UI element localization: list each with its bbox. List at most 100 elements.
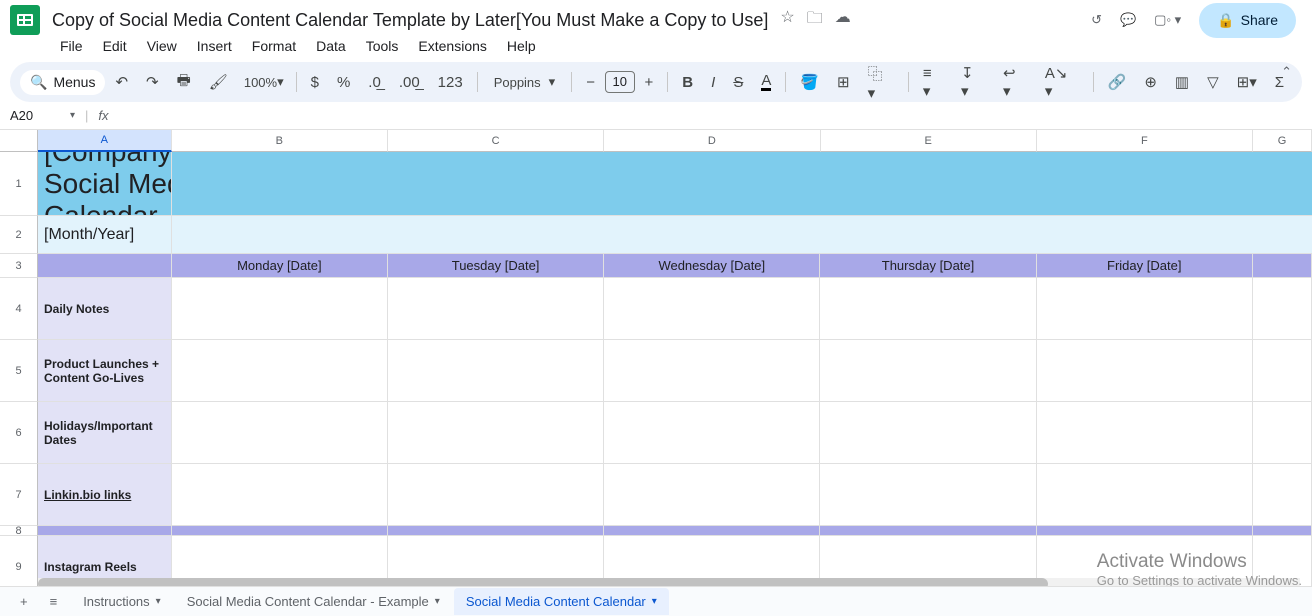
menu-edit[interactable]: Edit <box>95 34 135 58</box>
row-header-8[interactable]: 8 <box>0 526 38 536</box>
cell-A3[interactable] <box>38 254 172 278</box>
strike-button[interactable]: S <box>725 68 751 97</box>
filter-views-button[interactable]: ⊞▾ <box>1229 67 1265 97</box>
col-header-D[interactable]: D <box>604 130 820 152</box>
cell-A4[interactable]: Daily Notes <box>38 278 172 340</box>
col-header-G[interactable]: G <box>1253 130 1312 152</box>
decrease-decimal-button[interactable]: .0̲ <box>360 68 389 97</box>
cell-D7[interactable] <box>604 464 820 526</box>
chevron-down-icon[interactable]: ▾ <box>435 596 440 607</box>
cell-D6[interactable] <box>604 402 820 464</box>
col-header-B[interactable]: B <box>172 130 388 152</box>
font-select[interactable]: Poppins▾ <box>484 70 566 94</box>
cell-A7[interactable]: Linkin.bio links <box>38 464 172 526</box>
bold-button[interactable]: B <box>674 68 701 97</box>
zoom-select[interactable]: 100% ▾ <box>238 70 290 94</box>
share-button[interactable]: 🔒 Share <box>1199 3 1296 38</box>
add-sheet-button[interactable]: + <box>12 590 36 613</box>
col-header-A[interactable]: A <box>38 130 172 152</box>
cell-F7[interactable] <box>1037 464 1253 526</box>
cell-G3[interactable] <box>1253 254 1312 278</box>
cell-E3[interactable]: Thursday [Date] <box>820 254 1036 278</box>
cell-C5[interactable] <box>388 340 604 402</box>
cell-B7[interactable] <box>172 464 388 526</box>
history-icon[interactable]: ↺ <box>1091 12 1102 28</box>
row-header-7[interactable]: 7 <box>0 464 38 526</box>
menu-help[interactable]: Help <box>499 34 544 58</box>
percent-button[interactable]: % <box>329 68 358 97</box>
menu-file[interactable]: File <box>52 34 91 58</box>
namebox-dropdown-icon[interactable]: ▾ <box>70 110 75 121</box>
cell-G8[interactable] <box>1253 526 1312 536</box>
cell-G4[interactable] <box>1253 278 1312 340</box>
chevron-down-icon[interactable]: ▾ <box>652 596 657 607</box>
cell-G2[interactable] <box>1253 216 1312 254</box>
cell-D8[interactable] <box>604 526 820 536</box>
cell-E5[interactable] <box>820 340 1036 402</box>
increase-decimal-button[interactable]: .00̲ <box>391 68 428 97</box>
star-icon[interactable]: ☆ <box>780 7 794 34</box>
sheets-logo[interactable] <box>10 5 40 35</box>
cell-A8[interactable] <box>38 526 172 536</box>
move-icon[interactable]: 🗀 <box>807 7 823 34</box>
cell-D4[interactable] <box>604 278 820 340</box>
comments-icon[interactable]: 💬 <box>1120 12 1136 28</box>
cell-B8[interactable] <box>172 526 388 536</box>
cell-C4[interactable] <box>388 278 604 340</box>
font-size-input[interactable]: 10 <box>605 71 635 93</box>
redo-button[interactable]: ↷ <box>138 67 167 97</box>
cell-E8[interactable] <box>820 526 1036 536</box>
cell-G5[interactable] <box>1253 340 1312 402</box>
cell-B5[interactable] <box>172 340 388 402</box>
cell-A2[interactable]: [Month/Year] <box>38 216 172 254</box>
cell-E1[interactable] <box>820 152 1036 216</box>
format-123-button[interactable]: 123 <box>430 68 471 97</box>
row-header-9[interactable]: 9 <box>0 536 38 588</box>
cell-C6[interactable] <box>388 402 604 464</box>
link-button[interactable]: 🔗 <box>1100 67 1135 97</box>
row-header-1[interactable]: 1 <box>0 152 38 216</box>
cell-F3[interactable]: Friday [Date] <box>1037 254 1253 278</box>
cell-D2[interactable] <box>604 216 820 254</box>
cell-B1[interactable] <box>172 152 388 216</box>
menu-search[interactable]: 🔍 Menus <box>20 70 105 95</box>
meet-icon[interactable]: ▢◦ ▾ <box>1154 12 1181 28</box>
cell-C8[interactable] <box>388 526 604 536</box>
chart-button[interactable]: ▥ <box>1167 67 1197 97</box>
cell-D5[interactable] <box>604 340 820 402</box>
cell-E4[interactable] <box>820 278 1036 340</box>
merge-button[interactable]: ⿻ ▾ <box>860 57 902 108</box>
menu-insert[interactable]: Insert <box>189 34 240 58</box>
cell-A6[interactable]: Holidays/Important Dates <box>38 402 172 464</box>
filter-button[interactable]: ▽ <box>1199 67 1227 97</box>
col-header-C[interactable]: C <box>388 130 604 152</box>
decrease-font-button[interactable]: − <box>578 68 603 97</box>
cell-E6[interactable] <box>820 402 1036 464</box>
cell-F2[interactable] <box>1037 216 1253 254</box>
select-all-corner[interactable] <box>0 130 38 152</box>
italic-button[interactable]: I <box>703 68 723 97</box>
fill-color-button[interactable]: 🪣 <box>792 67 827 97</box>
text-color-button[interactable]: A <box>753 68 779 97</box>
formula-bar[interactable] <box>119 108 1312 123</box>
row-header-3[interactable]: 3 <box>0 254 38 278</box>
row-header-4[interactable]: 4 <box>0 278 38 340</box>
cell-D3[interactable]: Wednesday [Date] <box>604 254 820 278</box>
print-button[interactable]: 🖶 <box>169 64 199 101</box>
row-header-5[interactable]: 5 <box>0 340 38 402</box>
cell-G6[interactable] <box>1253 402 1312 464</box>
name-box[interactable]: A20 <box>10 108 60 123</box>
menu-format[interactable]: Format <box>244 34 304 58</box>
borders-button[interactable]: ⊞ <box>829 67 858 97</box>
col-header-E[interactable]: E <box>821 130 1037 152</box>
menu-tools[interactable]: Tools <box>358 34 407 58</box>
paint-format-button[interactable]: 🖌 <box>201 67 236 97</box>
sheet-tab[interactable]: Social Media Content Calendar▾ <box>454 588 669 615</box>
col-header-F[interactable]: F <box>1037 130 1253 152</box>
undo-button[interactable]: ↶ <box>107 67 136 97</box>
menu-extensions[interactable]: Extensions <box>410 34 494 58</box>
cell-C2[interactable] <box>388 216 604 254</box>
cell-C7[interactable] <box>388 464 604 526</box>
cell-F1[interactable] <box>1037 152 1253 216</box>
cell-F6[interactable] <box>1037 402 1253 464</box>
